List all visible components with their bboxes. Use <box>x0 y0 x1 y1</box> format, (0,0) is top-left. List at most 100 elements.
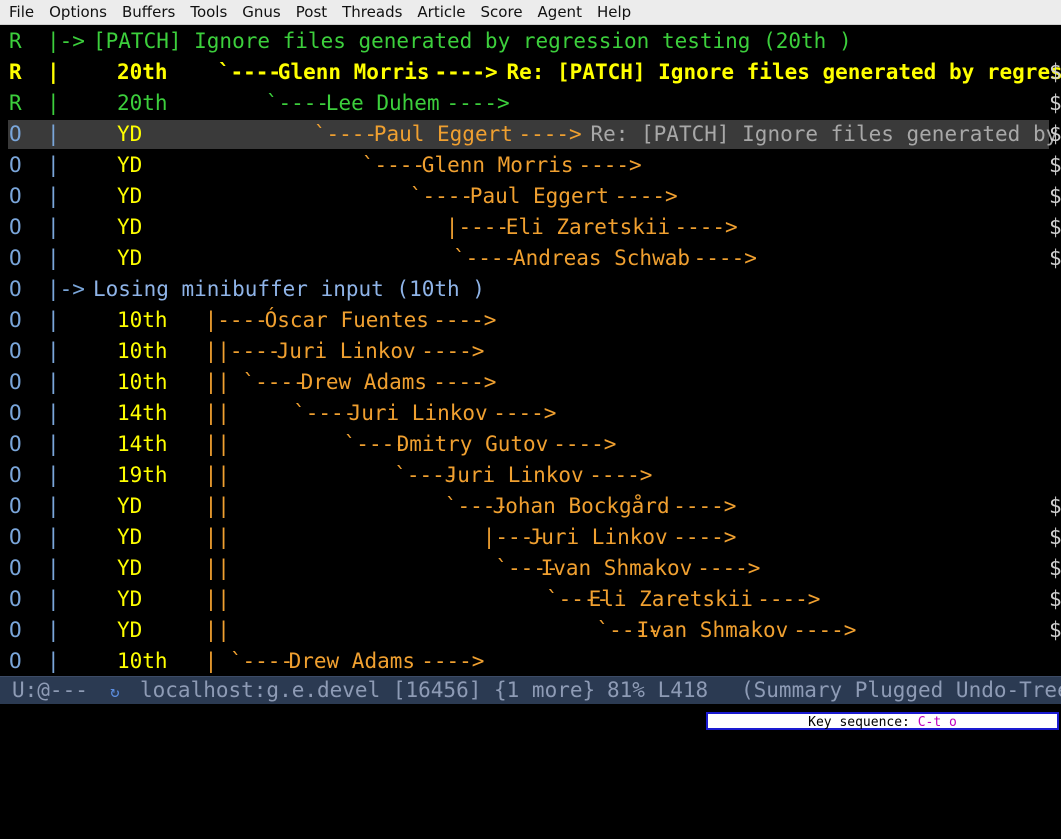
article-author: Ivan Shmakov <box>540 556 693 580</box>
summary-line[interactable]: O | 14th || `---- Juri Linkov ----> <box>0 398 1061 429</box>
line-truncation-marker: $ <box>1049 525 1061 549</box>
summary-line[interactable]: O | YD `---- Paul Eggert ----> Re: [PATCH] I… <box>0 119 1061 150</box>
thread-arrow: ----> <box>408 649 485 673</box>
article-date: YD <box>117 122 143 146</box>
article-mark: O <box>9 184 22 208</box>
key-sequence-label: Key sequence: <box>808 715 910 730</box>
thread-arrow: ----> <box>576 463 653 487</box>
article-author: Paul Eggert <box>469 184 609 208</box>
article-date: YD <box>117 184 143 208</box>
thread-root-bar: | <box>47 587 60 611</box>
thread-tree: `---- <box>409 184 474 208</box>
summary-line[interactable]: O | YD || |---- Juri Linkov ----> $ <box>0 522 1061 553</box>
article-mark: O <box>9 370 22 394</box>
menu-buffers[interactable]: Buffers <box>114 0 182 24</box>
thread-tree: `---- <box>217 60 282 84</box>
article-mark: R <box>9 91 22 115</box>
article-mark: O <box>9 122 22 146</box>
thread-root-bar: |-> <box>47 29 85 53</box>
thread-root-bar: | <box>47 401 60 425</box>
article-author: Lee Duhem <box>325 91 440 115</box>
article-author: Paul Eggert <box>373 122 513 146</box>
summary-line[interactable]: O | 19th || `---- Juri Linkov ----> <box>0 460 1061 491</box>
thread-arrow: ----> <box>420 308 497 332</box>
summary-line[interactable]: R | 20th `---- Glenn Morris ----> Re: [PATCH… <box>0 57 1061 88</box>
summary-line[interactable]: O |-> Losing minibuffer input (10th ) <box>0 274 1061 305</box>
article-mark: R <box>9 60 22 84</box>
modeline-buffer-name[interactable]: localhost:g.e.devel [16456] {1 more} <box>140 677 595 704</box>
article-date: YD <box>117 525 143 549</box>
thread-root-bar: | <box>47 184 60 208</box>
thread-subject: [PATCH] Ignore files generated by regres… <box>93 29 852 53</box>
thread-arrow: ----> <box>433 91 510 115</box>
menu-article[interactable]: Article <box>409 0 472 24</box>
thread-root-bar: | <box>47 153 60 177</box>
menu-tools[interactable]: Tools <box>182 0 234 24</box>
thread-tree: |---- <box>445 215 510 239</box>
key-sequence-keys: C-t o <box>917 715 957 730</box>
summary-line[interactable]: O | YD || `---- Eli Zaretskii ----> $ <box>0 584 1061 615</box>
article-date: YD <box>117 556 143 580</box>
article-mark: O <box>9 618 22 642</box>
summary-line[interactable]: O | YD |---- Eli Zaretskii ----> $ <box>0 212 1061 243</box>
thread-tree: || |---- <box>204 525 546 549</box>
menu-score[interactable]: Score <box>473 0 530 24</box>
summary-line[interactable]: O | 14th || `---- Dmitry Gutov ----> <box>0 429 1061 460</box>
article-author: Drew Adams <box>300 370 428 394</box>
article-mark: O <box>9 339 22 363</box>
article-mark: O <box>9 649 22 673</box>
line-truncation-marker: $ <box>1049 556 1061 580</box>
article-mark: O <box>9 246 22 270</box>
thread-arrow: ----> <box>780 618 857 642</box>
thread-root-bar: | <box>47 525 60 549</box>
article-date: 10th <box>117 649 168 673</box>
summary-line[interactable]: R | 20th `---- Lee Duhem ----> $ <box>0 88 1061 119</box>
mode-line: U:@--- ↻ localhost:g.e.devel [16456] {1 … <box>0 676 1061 704</box>
modeline-modes[interactable]: (Summary Plugged Undo-Tree <box>741 677 1061 704</box>
summary-line[interactable]: O | YD || `---- Johan Bockgård ----> $ <box>0 491 1061 522</box>
article-date: 10th <box>117 370 168 394</box>
summary-line[interactable]: O | YD || `---- Ivan Shmakov ----> $ <box>0 553 1061 584</box>
thread-tree: || `---- <box>204 401 357 425</box>
article-author: Ivan Shmakov <box>636 618 789 642</box>
menu-post[interactable]: Post <box>288 0 334 24</box>
thread-tree: || `---- <box>204 494 509 518</box>
article-mark: O <box>9 587 22 611</box>
line-truncation-marker: $ <box>1049 122 1061 146</box>
thread-arrow: ----> <box>420 370 497 394</box>
summary-line[interactable]: O | YD `---- Paul Eggert ----> $ <box>0 181 1061 212</box>
article-author: Glenn Morris <box>277 60 430 84</box>
thread-arrow: ----> <box>660 494 737 518</box>
menu-bar: File Options Buffers Tools Gnus Post Threads Ar… <box>0 0 1061 25</box>
line-truncation-marker: $ <box>1049 618 1061 642</box>
summary-line[interactable]: O | 10th ||---- Juri Linkov ----> <box>0 336 1061 367</box>
summary-line[interactable]: R |-> [PATCH] Ignore files generated by re… <box>0 26 1061 57</box>
article-mark: O <box>9 525 22 549</box>
article-author: Eli Zaretskii <box>588 587 753 611</box>
summary-line[interactable]: O | YD || `---- Ivan Shmakov ----> $ <box>0 615 1061 646</box>
echo-area: Key sequence: C-t o <box>0 704 1061 732</box>
summary-line[interactable]: O | 10th | `---- Drew Adams ----> <box>0 646 1061 677</box>
line-truncation-marker: $ <box>1049 587 1061 611</box>
menu-gnus[interactable]: Gnus <box>234 0 287 24</box>
thread-arrow: ----> <box>744 587 821 611</box>
menu-file[interactable]: File <box>0 0 41 24</box>
article-author: Óscar Fuentes <box>264 308 429 332</box>
thread-arrow: ----> <box>684 556 761 580</box>
thread-tree: || `---- <box>204 556 559 580</box>
menu-help[interactable]: Help <box>589 0 638 24</box>
summary-line[interactable]: O | 10th || `---- Drew Adams ----> <box>0 367 1061 398</box>
summary-line[interactable]: O | 10th |---- Óscar Fuentes ----> <box>0 305 1061 336</box>
menu-options[interactable]: Options <box>41 0 114 24</box>
summary-buffer[interactable]: R |-> [PATCH] Ignore files generated by re… <box>0 26 1061 676</box>
menu-threads[interactable]: Threads <box>334 0 409 24</box>
article-author: Andreas Schwab <box>513 246 691 270</box>
thread-arrow: ----> <box>660 525 737 549</box>
summary-line[interactable]: O | YD `---- Andreas Schwab ----> $ <box>0 243 1061 274</box>
summary-line[interactable]: O | YD `---- Glenn Morris ----> $ <box>0 150 1061 181</box>
modeline-position: 81% L418 <box>607 678 709 702</box>
article-mark: O <box>9 494 22 518</box>
menu-agent[interactable]: Agent <box>530 0 589 24</box>
article-author: Johan Bockgård <box>492 494 670 518</box>
thread-arrow: ----> <box>565 153 642 177</box>
